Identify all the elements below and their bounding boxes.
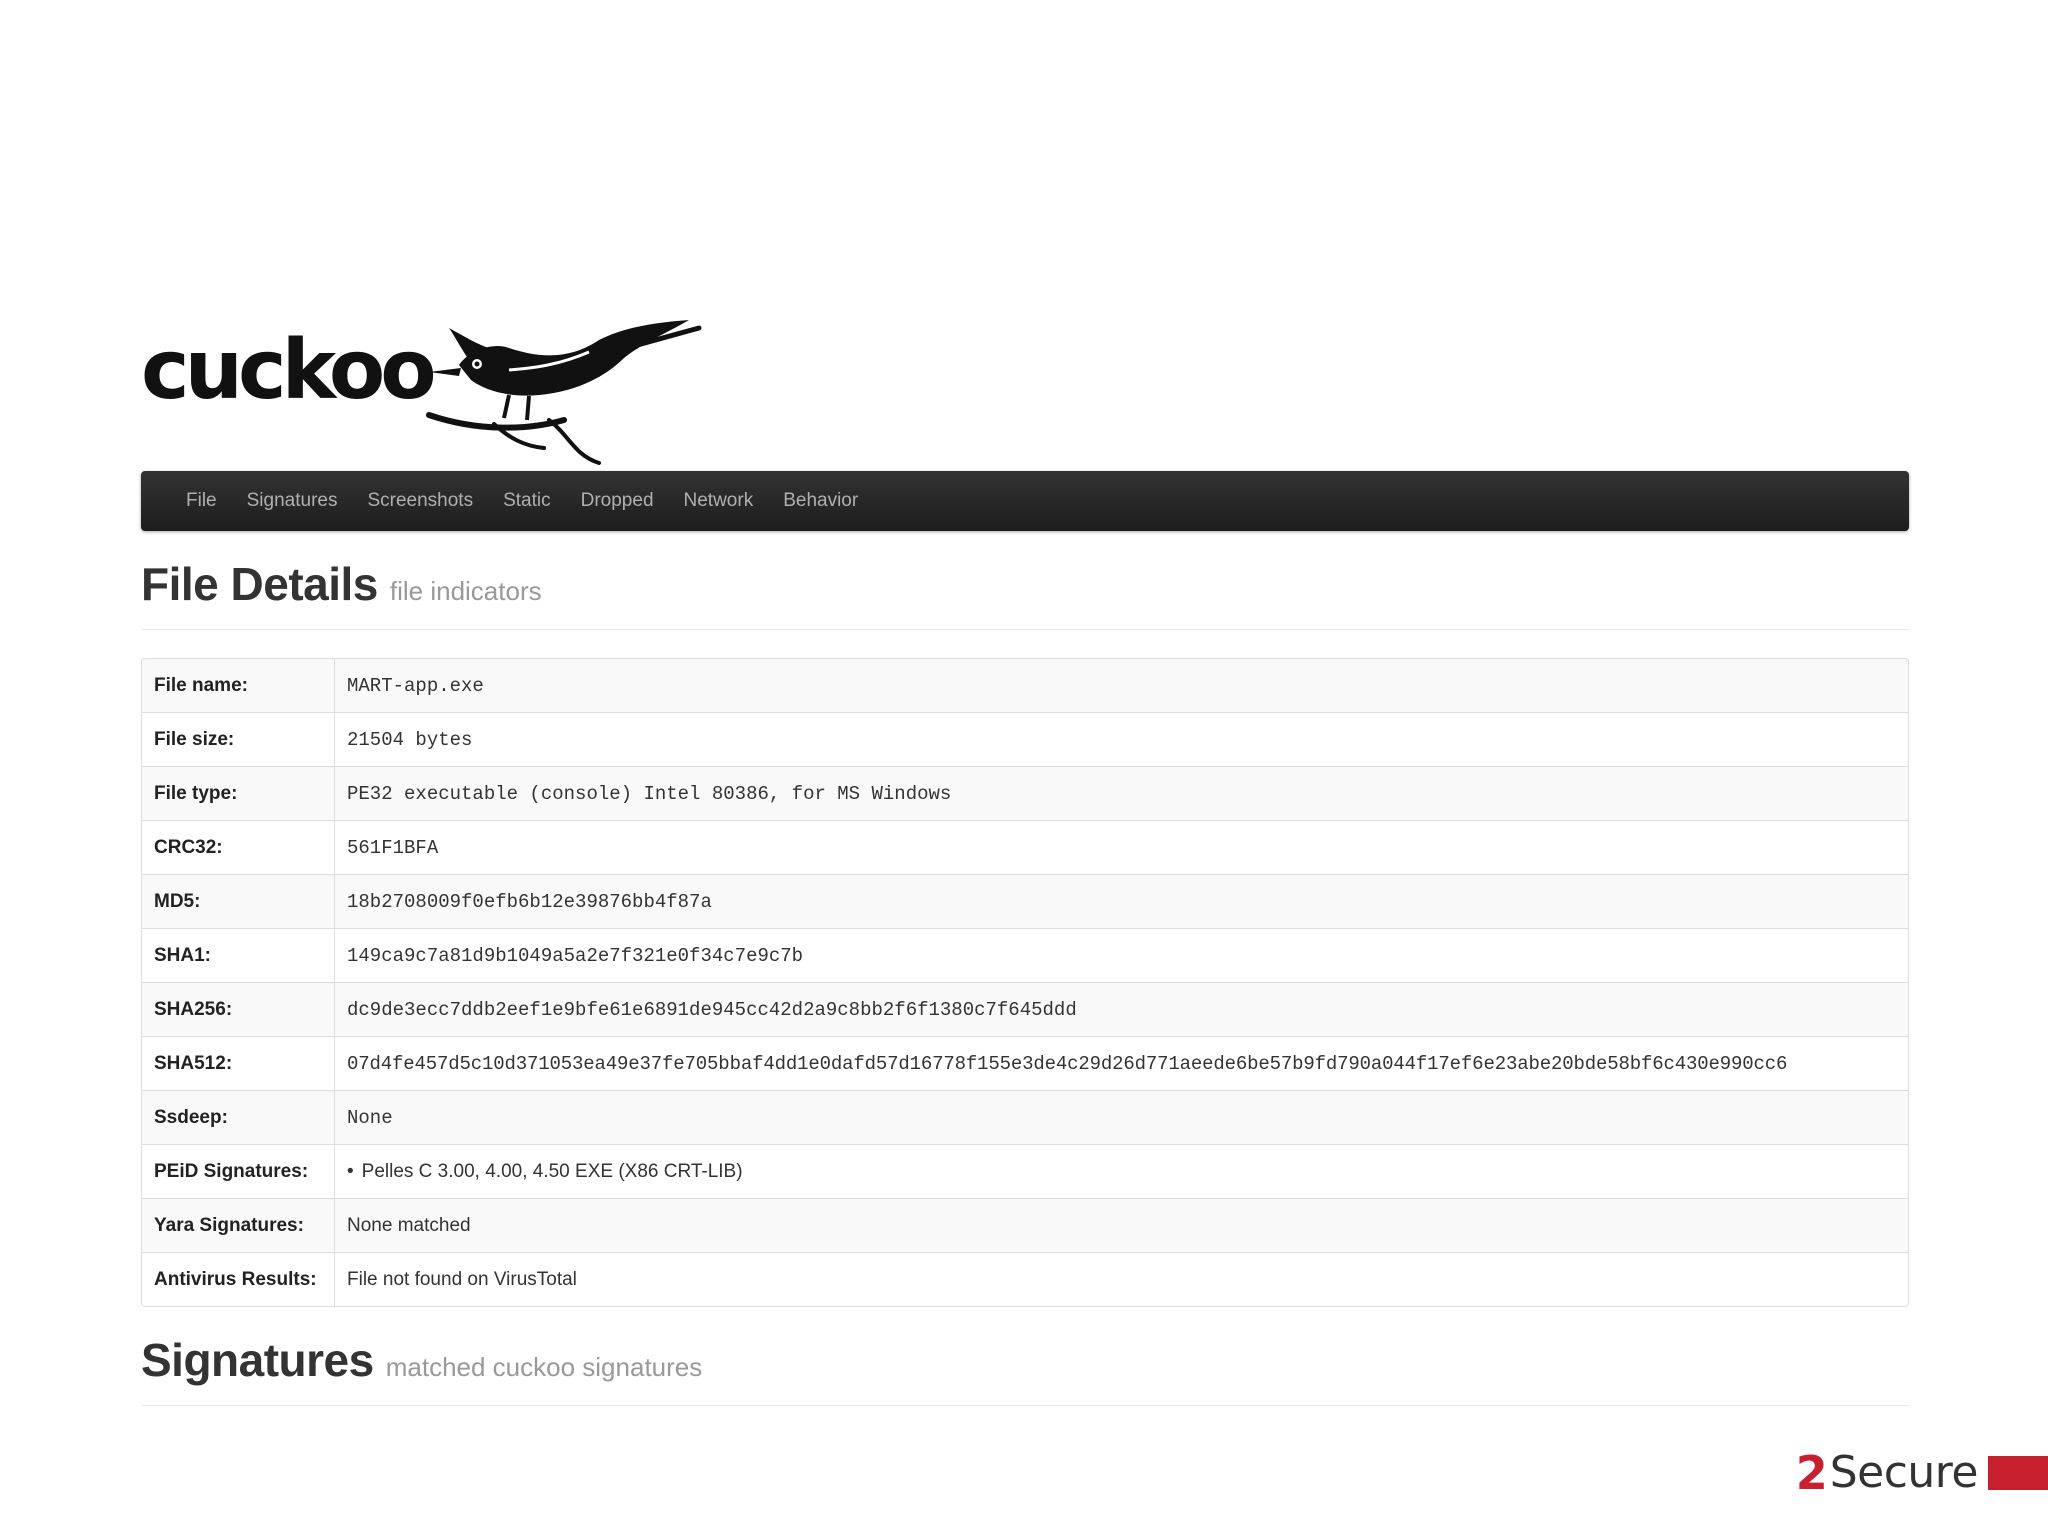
2secure-logo: 2 Secure <box>1796 1450 2048 1496</box>
row-label-peid-signatures: PEiD Signatures: <box>142 1144 335 1198</box>
brand-bar-icon <box>1988 1456 2048 1490</box>
row-value-peid-signatures: • Pelles C 3.00, 4.00, 4.50 EXE (X86 CRT-… <box>335 1144 1908 1198</box>
nav-item-dropped[interactable]: Dropped <box>566 471 669 531</box>
nav-item-static[interactable]: Static <box>488 471 566 531</box>
row-label-file-type: File type: <box>142 766 335 820</box>
cuckoo-logo: cuckoo <box>141 320 1909 468</box>
row-value-sha1: 149ca9c7a81d9b1049a5a2e7f321e0f34c7e9c7b <box>335 928 1908 982</box>
row-label-sha1: SHA1: <box>142 928 335 982</box>
table-row: CRC32: 561F1BFA <box>142 820 1908 874</box>
table-row: Antivirus Results: File not found on Vir… <box>142 1252 1908 1306</box>
file-details-table: File name: MART-app.exe File size: 21504… <box>141 658 1909 1307</box>
table-row: SHA1: 149ca9c7a81d9b1049a5a2e7f321e0f34c… <box>142 928 1908 982</box>
cuckoo-bird-icon <box>426 320 702 465</box>
row-value-sha512: 07d4fe457d5c10d371053ea49e37fe705bbaf4dd… <box>335 1036 1908 1090</box>
row-value-file-size: 21504 bytes <box>335 712 1908 766</box>
row-label-file-size: File size: <box>142 712 335 766</box>
table-row: File type: PE32 executable (console) Int… <box>142 766 1908 820</box>
signatures-subtitle: matched cuckoo signatures <box>385 1352 703 1382</box>
table-row: File name: MART-app.exe <box>142 659 1908 712</box>
nav-item-file[interactable]: File <box>171 471 232 531</box>
row-value-crc32: 561F1BFA <box>335 820 1908 874</box>
table-row: SHA256: dc9de3ecc7ddb2eef1e9bfe61e6891de… <box>142 982 1908 1036</box>
row-value-file-name: MART-app.exe <box>335 659 1908 712</box>
row-value-md5: 18b2708009f0efb6b12e39876bb4f87a <box>335 874 1908 928</box>
nav-item-screenshots[interactable]: Screenshots <box>352 471 488 531</box>
top-navbar: File Signatures Screenshots Static Dropp… <box>141 471 1909 531</box>
row-label-ssdeep: Ssdeep: <box>142 1090 335 1144</box>
brand-number: 2 <box>1795 1446 1828 1500</box>
table-row: Yara Signatures: None matched <box>142 1198 1908 1252</box>
peid-signature-item: Pelles C 3.00, 4.00, 4.50 EXE (X86 CRT-L… <box>361 1160 743 1182</box>
row-label-file-name: File name: <box>142 659 335 712</box>
brand-text: Secure <box>1829 1447 1979 1498</box>
table-row: PEiD Signatures: • Pelles C 3.00, 4.00, 4… <box>142 1144 1908 1198</box>
signatures-title: Signatures <box>141 1334 374 1386</box>
report-page: cuckoo File Signatures Screenshots Stati… <box>141 320 1909 1406</box>
row-label-antivirus-results: Antivirus Results: <box>142 1252 335 1306</box>
file-details-subtitle: file indicators <box>389 576 542 606</box>
row-value-ssdeep: None <box>335 1090 1908 1144</box>
row-label-md5: MD5: <box>142 874 335 928</box>
table-row: File size: 21504 bytes <box>142 712 1908 766</box>
nav-item-signatures[interactable]: Signatures <box>232 471 353 531</box>
table-row: SHA512: 07d4fe457d5c10d371053ea49e37fe70… <box>142 1036 1908 1090</box>
table-row: Ssdeep: None <box>142 1090 1908 1144</box>
row-value-file-type: PE32 executable (console) Intel 80386, f… <box>335 766 1908 820</box>
row-label-sha256: SHA256: <box>142 982 335 1036</box>
row-value-sha256: dc9de3ecc7ddb2eef1e9bfe61e6891de945cc42d… <box>335 982 1908 1036</box>
row-value-antivirus-results: File not found on VirusTotal <box>335 1252 1908 1306</box>
row-label-sha512: SHA512: <box>142 1036 335 1090</box>
nav-item-network[interactable]: Network <box>669 471 769 531</box>
file-details-header: File Details file indicators <box>141 557 1909 630</box>
row-value-yara-signatures: None matched <box>335 1198 1908 1252</box>
nav-item-behavior[interactable]: Behavior <box>768 471 873 531</box>
file-details-title: File Details <box>141 558 378 610</box>
signatures-header: Signatures matched cuckoo signatures <box>141 1333 1909 1406</box>
logo-text: cuckoo <box>141 323 437 418</box>
table-row: MD5: 18b2708009f0efb6b12e39876bb4f87a <box>142 874 1908 928</box>
row-label-yara-signatures: Yara Signatures: <box>142 1198 335 1252</box>
bullet-icon: • <box>347 1160 354 1182</box>
row-label-crc32: CRC32: <box>142 820 335 874</box>
